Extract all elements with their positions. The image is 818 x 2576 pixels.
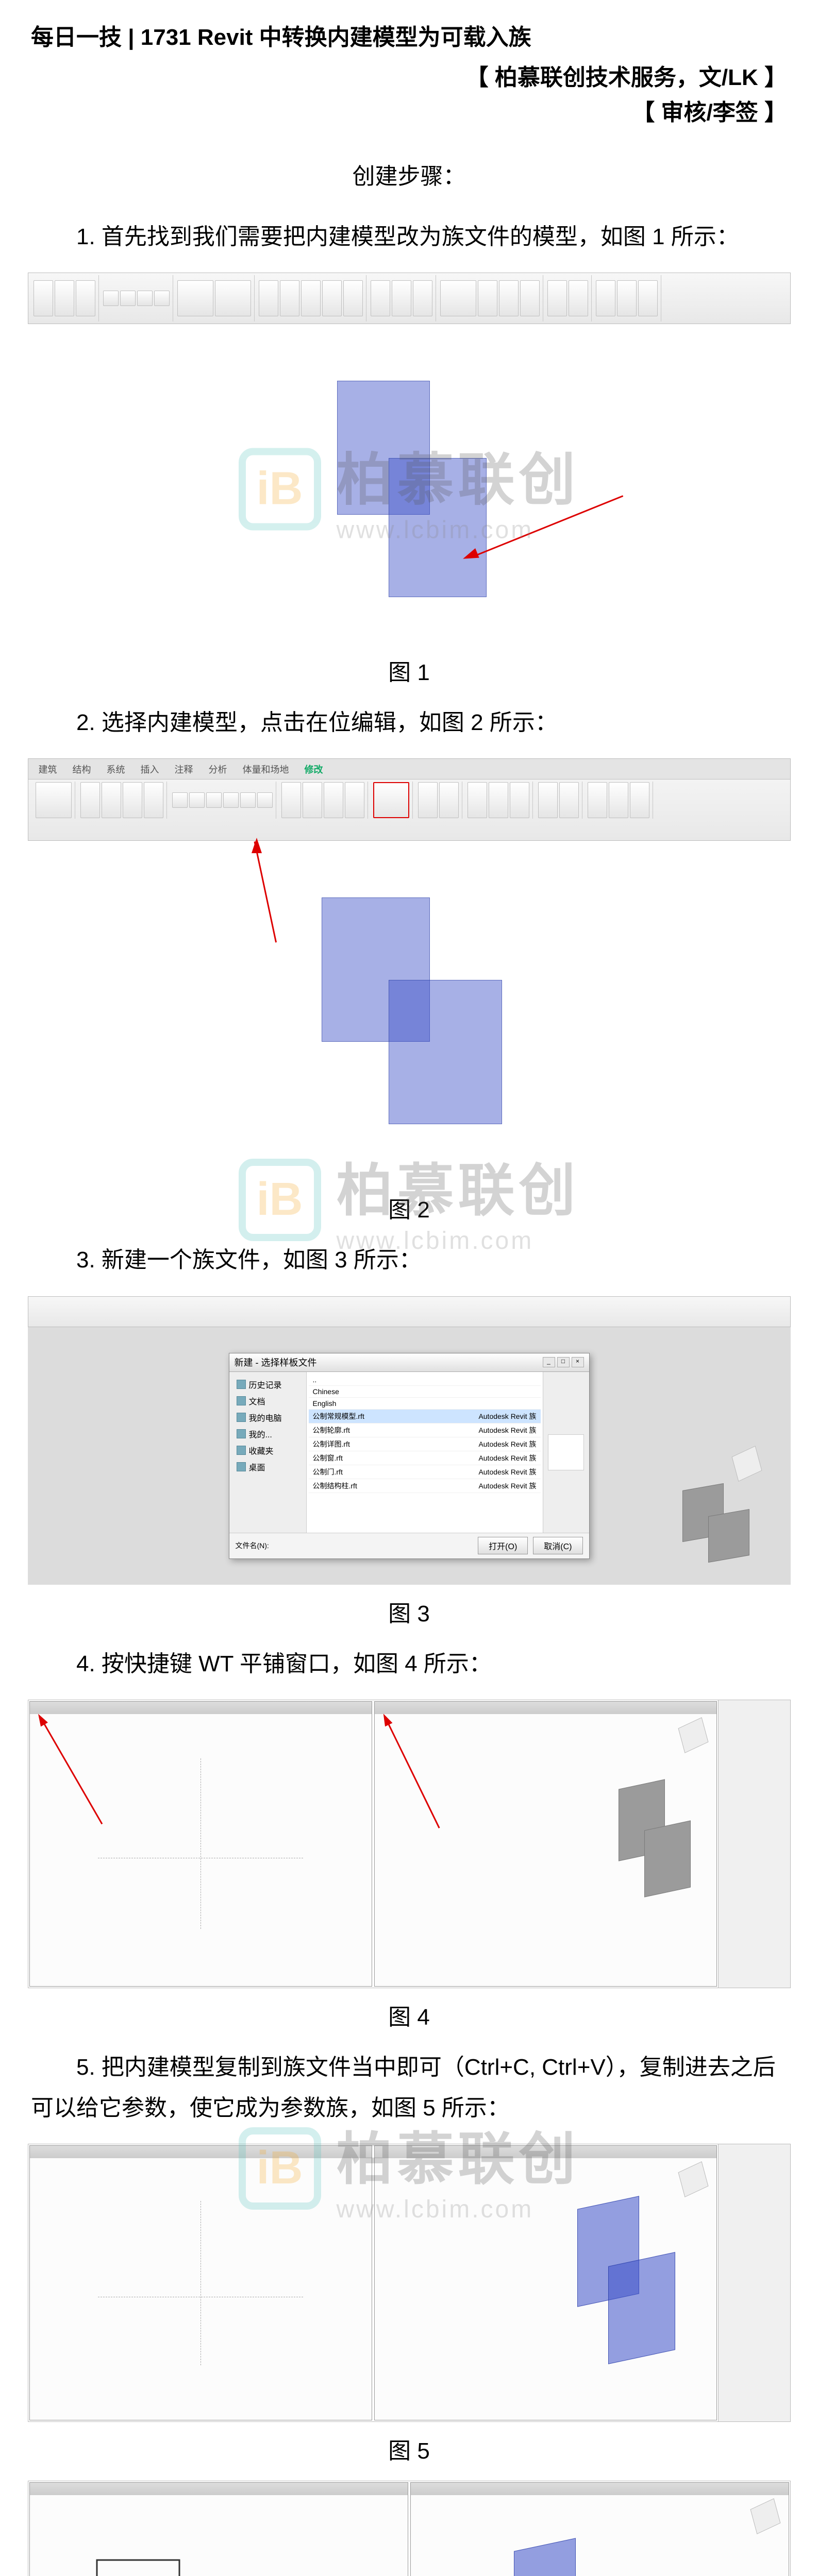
step-4-text: 4. 按快捷键 WT 平铺窗口，如图 4 所示： bbox=[31, 1643, 787, 1684]
minimize-icon[interactable]: _ bbox=[543, 1357, 555, 1367]
figure-4: 图 4 bbox=[31, 1700, 787, 2031]
dialog-preview-pane bbox=[543, 1372, 589, 1533]
figure-6: 图 6 bbox=[31, 2481, 787, 2576]
figure-2-caption: 图 2 bbox=[388, 1191, 430, 1224]
step-2-text: 2. 选择内建模型，点击在位编辑，如图 2 所示： bbox=[31, 702, 787, 743]
reviewer: 【 审核/李签 】 bbox=[31, 94, 787, 127]
figure-5-caption: 图 5 bbox=[388, 2432, 430, 2465]
view-titlebar bbox=[375, 2146, 716, 2158]
red-arrow-icon bbox=[252, 838, 262, 853]
folder-icon bbox=[237, 1413, 246, 1422]
close-icon[interactable]: × bbox=[572, 1357, 584, 1367]
folder-icon bbox=[237, 1380, 246, 1389]
view-titlebar bbox=[375, 1702, 716, 1714]
step-5-text: 5. 把内建模型复制到族文件当中即可（Ctrl+C, Ctrl+V），复制进去之… bbox=[31, 2047, 787, 2128]
sidebar-item[interactable]: 我的电脑 bbox=[233, 1409, 302, 1426]
folder-icon bbox=[237, 1396, 246, 1405]
ribbon-tab[interactable]: 结构 bbox=[73, 762, 91, 776]
ribbon-tab[interactable]: 分析 bbox=[209, 762, 227, 776]
folder-icon bbox=[237, 1446, 246, 1455]
properties-panel[interactable] bbox=[718, 1700, 790, 1988]
sidebar-item[interactable]: 我的... bbox=[233, 1426, 302, 1442]
viewcube-icon[interactable] bbox=[750, 2498, 780, 2534]
sidebar-item[interactable]: 历史记录 bbox=[233, 1376, 302, 1393]
figure-1-canvas: iB 柏慕联创 www.lcbim.com bbox=[28, 334, 791, 643]
dialog-titlebar: 新建 - 选择样板文件 _ □ × bbox=[229, 1353, 589, 1372]
tiled-view-right[interactable] bbox=[410, 2482, 789, 2576]
view-titlebar bbox=[411, 2483, 789, 2495]
figure-2: 建筑 结构 系统 插入 注释 分析 体量和场地 修改 i bbox=[31, 758, 787, 1224]
ribbon-tab[interactable]: 系统 bbox=[107, 762, 125, 776]
view-titlebar bbox=[30, 1702, 372, 1714]
figure-3-caption: 图 3 bbox=[388, 1595, 430, 1628]
figure-1: iB 柏慕联创 www.lcbim.com 图 1 bbox=[31, 273, 787, 687]
figure-3: 新建 - 选择样板文件 _ □ × 历史记录 文档 我的电脑 我的... 收藏夹… bbox=[31, 1296, 787, 1628]
maximize-icon[interactable]: □ bbox=[557, 1357, 570, 1367]
edit-in-place-button[interactable] bbox=[373, 782, 409, 818]
dialog-sidebar: 历史记录 文档 我的电脑 我的... 收藏夹 桌面 bbox=[229, 1372, 307, 1533]
revit-toolbar bbox=[28, 273, 791, 324]
open-button[interactable]: 打开(O) bbox=[478, 1537, 528, 1554]
outline-shape-icon bbox=[92, 2555, 257, 2576]
step-1-text: 1. 首先找到我们需要把内建模型改为族文件的模型，如图 1 所示： bbox=[31, 216, 787, 257]
watermark-icon: iB bbox=[239, 448, 321, 530]
ribbon-tab[interactable]: 建筑 bbox=[39, 762, 57, 776]
folder-icon bbox=[237, 1462, 246, 1471]
folder-icon bbox=[237, 1429, 246, 1438]
figure-1-caption: 图 1 bbox=[388, 654, 430, 687]
section-head: 创建步骤： bbox=[31, 158, 787, 191]
step-3-text: 3. 新建一个族文件，如图 3 所示： bbox=[31, 1240, 787, 1280]
viewcube-icon[interactable] bbox=[678, 1717, 708, 1753]
figure-5: iB 柏慕联创 www.lcbim.com 图 5 bbox=[31, 2144, 787, 2465]
view-titlebar bbox=[30, 2483, 408, 2495]
tiled-view-left[interactable] bbox=[29, 2482, 408, 2576]
tiled-view-left[interactable] bbox=[29, 1701, 372, 1987]
file-name-label: 文件名(N): bbox=[236, 1540, 269, 1551]
figure-3-canvas: 新建 - 选择样板文件 _ □ × 历史记录 文档 我的电脑 我的... 收藏夹… bbox=[28, 1327, 791, 1585]
sidebar-item[interactable]: 文档 bbox=[233, 1393, 302, 1409]
byline: 【 柏慕联创技术服务，文/LK 】 bbox=[31, 59, 787, 92]
viewcube-icon[interactable] bbox=[678, 2161, 708, 2197]
page-title: 每日一技 | 1731 Revit 中转换内建模型为可载入族 bbox=[31, 21, 787, 55]
sidebar-item[interactable]: 桌面 bbox=[233, 1459, 302, 1475]
view-titlebar bbox=[30, 2146, 372, 2158]
tiled-view-right[interactable] bbox=[374, 1701, 717, 1987]
cancel-button[interactable]: 取消(C) bbox=[533, 1537, 582, 1554]
properties-panel[interactable] bbox=[718, 2144, 790, 2421]
figure-5-canvas bbox=[28, 2144, 791, 2422]
ribbon-tab[interactable]: 注释 bbox=[175, 762, 193, 776]
dialog-title-text: 新建 - 选择样板文件 bbox=[235, 1355, 317, 1369]
new-file-dialog: 新建 - 选择样板文件 _ □ × 历史记录 文档 我的电脑 我的... 收藏夹… bbox=[229, 1353, 590, 1559]
tiled-view-left[interactable] bbox=[29, 2145, 372, 2420]
figure-4-caption: 图 4 bbox=[388, 1998, 430, 2031]
sidebar-item[interactable]: 收藏夹 bbox=[233, 1442, 302, 1459]
selected-template[interactable]: 公制常规模型.rftAutodesk Revit 族 bbox=[309, 1410, 541, 1423]
viewcube-icon[interactable] bbox=[731, 1446, 762, 1482]
revit-ribbon: 建筑 结构 系统 插入 注释 分析 体量和场地 修改 bbox=[28, 758, 791, 841]
figure-2-canvas bbox=[28, 841, 791, 1181]
figure-6-canvas bbox=[28, 2481, 791, 2576]
revit-toolbar-thin bbox=[28, 1296, 791, 1327]
tiled-view-right[interactable] bbox=[374, 2145, 717, 2420]
preview-thumbnail bbox=[548, 1434, 584, 1470]
ribbon-tab[interactable]: 插入 bbox=[141, 762, 159, 776]
mini-3d-view bbox=[667, 1451, 760, 1554]
dialog-file-list[interactable]: .. Chinese English 公制常规模型.rftAutodesk Re… bbox=[307, 1372, 543, 1533]
figure-4-canvas bbox=[28, 1700, 791, 1988]
ribbon-tab[interactable]: 体量和场地 bbox=[243, 762, 289, 776]
ribbon-tab-selected[interactable]: 修改 bbox=[305, 762, 323, 776]
